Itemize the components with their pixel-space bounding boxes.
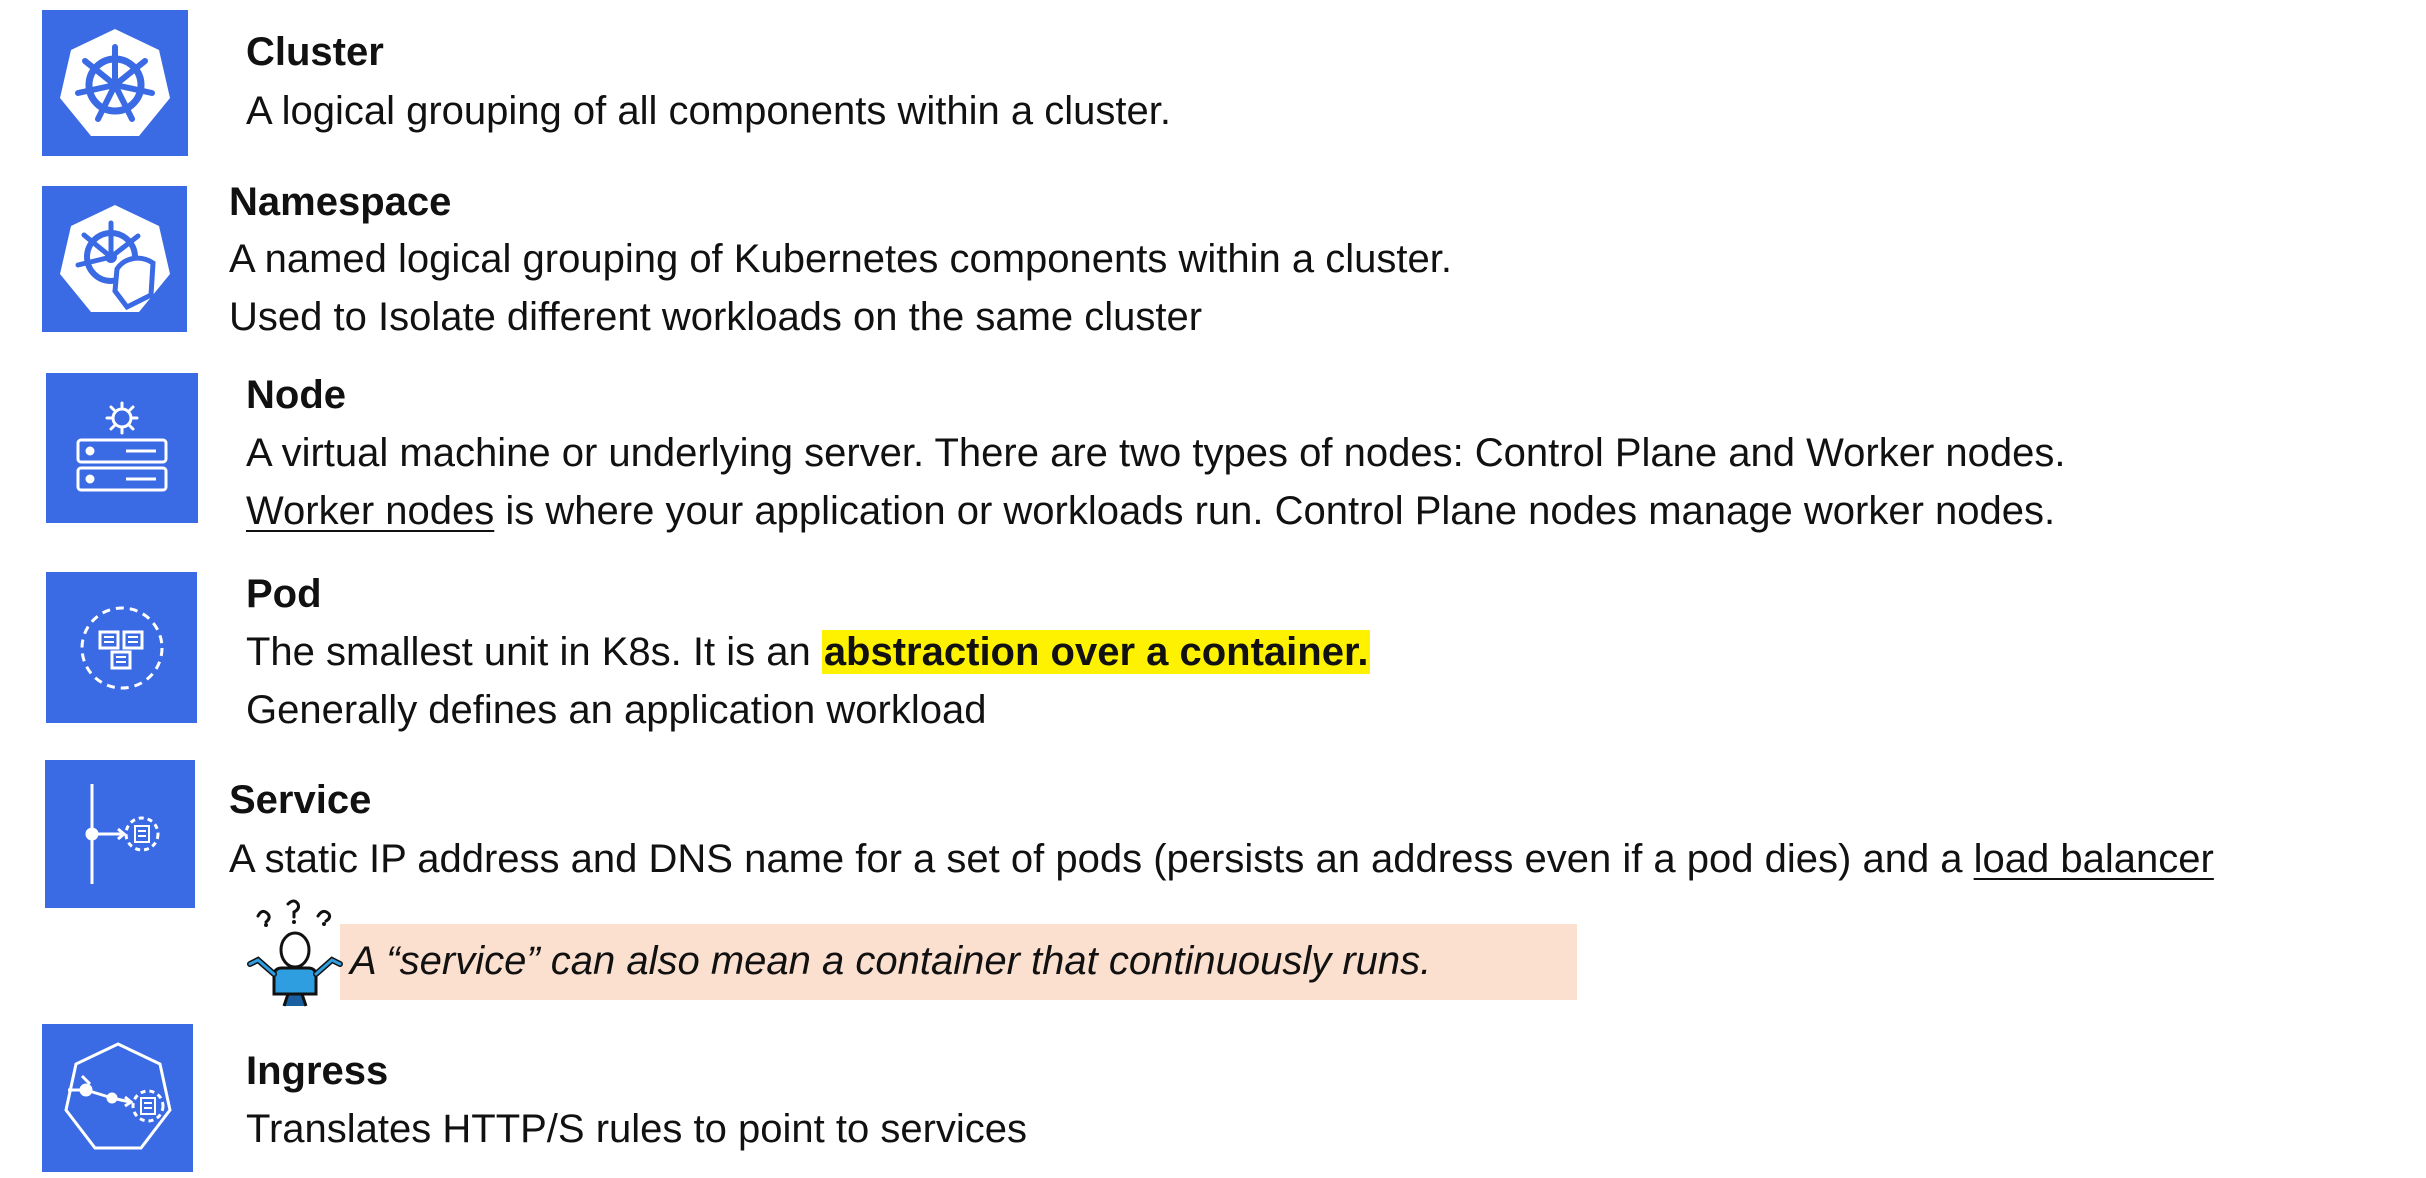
kubernetes-namespace-icon	[42, 186, 187, 332]
pod-highlight: abstraction over a container.	[821, 630, 1371, 674]
service-icon	[45, 760, 195, 908]
server-gear-icon	[46, 373, 198, 523]
pod-title: Pod	[246, 572, 322, 616]
cluster-title: Cluster	[246, 30, 384, 74]
node-title: Node	[246, 373, 346, 417]
namespace-description-1: A named logical grouping of Kubernetes c…	[229, 237, 1452, 281]
cluster-description: A logical grouping of all components wit…	[246, 89, 1171, 133]
ingress-icon	[42, 1024, 193, 1172]
pod-icon	[46, 572, 197, 723]
kubernetes-helm-icon	[42, 10, 188, 156]
service-description: A static IP address and DNS name for a s…	[229, 834, 2214, 884]
confused-person-icon	[244, 898, 346, 1015]
node-description-1: A virtual machine or underlying server. …	[246, 431, 2066, 475]
worker-nodes-link: Worker nodes	[246, 489, 495, 533]
service-note-text: A “service” can also mean a container th…	[350, 939, 1432, 983]
node-description-2: Worker nodes is where your application o…	[246, 486, 2055, 536]
ingress-title: Ingress	[246, 1049, 389, 1093]
pod-description-2: Generally defines an application workloa…	[246, 688, 987, 732]
pod-description-1: The smallest unit in K8s. It is an abstr…	[246, 627, 1371, 677]
namespace-title: Namespace	[229, 180, 452, 224]
ingress-description: Translates HTTP/S rules to point to serv…	[246, 1107, 1028, 1151]
service-description-text: A static IP address and DNS name for a s…	[229, 837, 1974, 881]
service-title: Service	[229, 778, 372, 822]
namespace-description-2: Used to Isolate different workloads on t…	[229, 295, 1203, 339]
node-description-2-rest: is where your application or workloads r…	[494, 489, 2056, 533]
load-balancer-link: load balancer	[1973, 837, 2214, 881]
pod-description-1-text: The smallest unit in K8s. It is an	[246, 630, 822, 674]
